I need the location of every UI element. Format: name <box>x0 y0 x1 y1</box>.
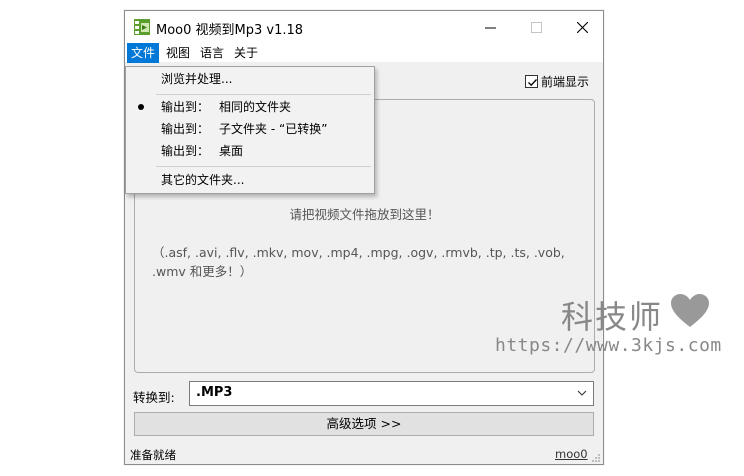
preview-label: 前端显示 <box>541 75 590 89</box>
checkbox-box[interactable] <box>525 75 538 88</box>
status-bar: 准备就绪 moo0 <box>125 443 603 465</box>
minimize-icon <box>484 27 496 28</box>
menu-output-same-folder[interactable]: 输出到： 相同的文件夹 <box>126 96 374 118</box>
output-prefix: 输出到： <box>161 122 210 136</box>
watermark-url: https://www.3kjs.com <box>495 335 722 356</box>
output-value: 桌面 <box>219 144 244 158</box>
output-value: 子文件夹 - “已转换” <box>219 122 328 136</box>
menu-output-desktop[interactable]: 输出到： 桌面 <box>126 140 374 162</box>
drop-hint: 请把视频文件拖放到这里！ <box>289 207 440 222</box>
window-title: Moo0 视频到Mp3 v1.18 <box>156 23 304 38</box>
menu-browse-and-process[interactable]: 浏览并处理... <box>126 68 374 90</box>
menu-bar: 文件 视图 语言 关于 <box>125 43 603 63</box>
minimize-button[interactable] <box>467 11 513 43</box>
preview-checkbox[interactable]: 前端显示 <box>525 73 589 90</box>
output-prefix: 输出到： <box>161 100 210 114</box>
menu-other-folder[interactable]: 其它的文件夹... <box>126 169 374 191</box>
heart-icon <box>671 294 709 327</box>
close-button[interactable] <box>559 11 605 43</box>
maximize-button[interactable] <box>513 11 559 43</box>
moo0-link[interactable]: moo0 <box>555 447 588 461</box>
app-icon <box>134 19 150 35</box>
maximize-icon <box>530 21 542 33</box>
supported-formats: （.asf, .avi, .flv, .mkv, mov, .mp4, .mpg… <box>152 245 565 279</box>
format-value: .MP3 <box>196 385 233 400</box>
output-value: 相同的文件夹 <box>219 100 292 114</box>
advanced-options-button[interactable]: 高级选项 >> <box>134 412 594 436</box>
menu-separator <box>156 166 371 167</box>
watermark-name: 科技师 <box>561 298 664 336</box>
menu-file[interactable]: 文件 <box>127 43 160 63</box>
menu-language[interactable]: 语言 <box>196 43 228 63</box>
chevron-down-icon <box>577 390 587 396</box>
convert-label: 转换到: <box>133 390 175 405</box>
output-prefix: 输出到： <box>161 144 210 158</box>
radio-bullet-icon <box>138 104 144 110</box>
menu-view[interactable]: 视图 <box>162 43 194 63</box>
menu-about[interactable]: 关于 <box>230 43 262 63</box>
status-text: 准备就绪 <box>130 448 176 462</box>
checkmark-icon <box>528 79 537 87</box>
menu-separator <box>156 94 371 95</box>
close-icon <box>576 21 588 33</box>
resize-grip-icon[interactable] <box>591 453 601 463</box>
file-menu-dropdown: 浏览并处理... 输出到： 相同的文件夹 输出到： 子文件夹 - “已转换” 输出到… <box>125 66 375 194</box>
menu-output-subfolder[interactable]: 输出到： 子文件夹 - “已转换” <box>126 118 374 140</box>
format-select[interactable]: .MP3 <box>189 381 594 406</box>
title-bar[interactable]: Moo0 视频到Mp3 v1.18 <box>125 11 603 43</box>
